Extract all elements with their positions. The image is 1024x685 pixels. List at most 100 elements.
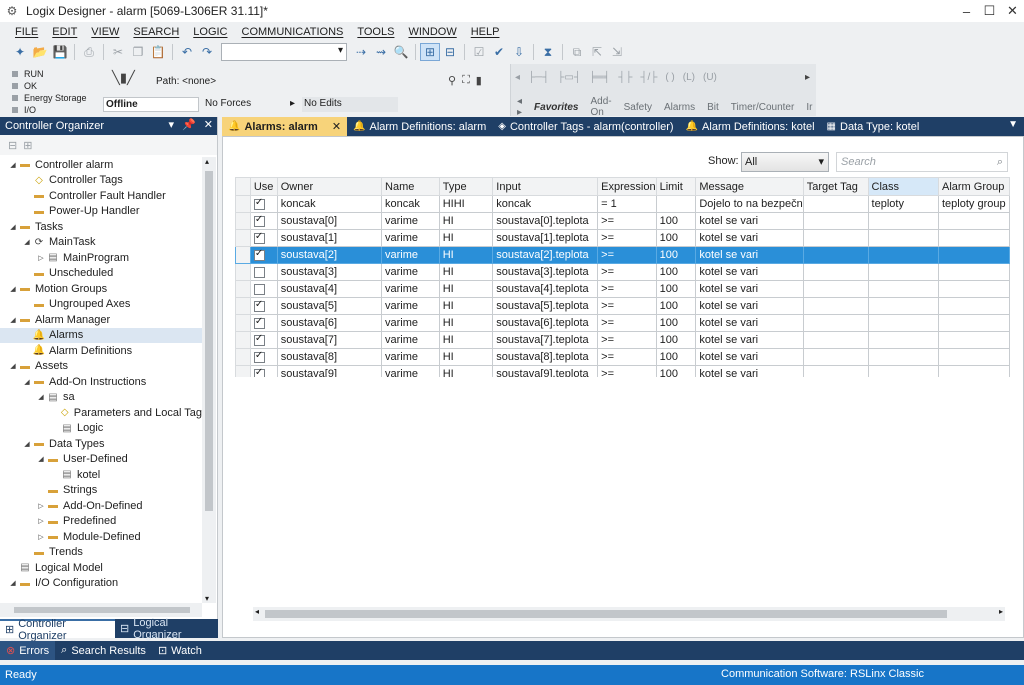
menu-tools[interactable]: TOOLS: [357, 26, 394, 38]
expression-cell[interactable]: >=: [597, 331, 657, 349]
target-cell[interactable]: [802, 229, 869, 247]
table-row[interactable]: soustava[5]varimeHIsoustava[5].teplota>=…: [235, 297, 1010, 315]
class-cell[interactable]: [867, 246, 939, 264]
use-checkbox[interactable]: [253, 248, 265, 261]
expand-toggle-icon[interactable]: ◢: [8, 161, 18, 169]
use-checkbox[interactable]: [253, 316, 265, 329]
table-row[interactable]: soustava[1]varimeHIsoustava[1].teplota>=…: [235, 229, 1010, 247]
class-cell[interactable]: [867, 365, 939, 377]
find-icon[interactable]: 🔍: [391, 43, 411, 61]
tree-item[interactable]: ◢ ▬ Tasks: [0, 219, 202, 235]
menu-file[interactable]: FILE: [15, 26, 38, 38]
expand-toggle-icon[interactable]: ▷: [36, 502, 46, 510]
close-button[interactable]: ✕: [1001, 0, 1024, 22]
expand-toggle-icon[interactable]: ◢: [8, 579, 18, 587]
scroll-left-icon[interactable]: ◂: [255, 607, 259, 616]
tree-item[interactable]: ▬ Controller Fault Handler: [0, 188, 202, 204]
use-cell[interactable]: [249, 331, 278, 349]
menu-view[interactable]: VIEW: [91, 26, 119, 38]
message-cell[interactable]: kotel se vari: [695, 314, 804, 332]
branch-icon[interactable]: ├▭┤: [557, 72, 581, 83]
class-cell[interactable]: [867, 348, 939, 366]
owner-cell[interactable]: soustava[4]: [276, 280, 383, 298]
type-cell[interactable]: HI: [438, 212, 494, 230]
use-cell[interactable]: [249, 246, 278, 264]
expand-toggle-icon[interactable]: ◢: [8, 316, 18, 324]
close-tab-icon[interactable]: ✕: [332, 120, 341, 133]
group-cell[interactable]: [937, 365, 1010, 377]
expression-cell[interactable]: >=: [597, 365, 657, 377]
expand-toggle-icon[interactable]: ◢: [8, 362, 18, 370]
table-row[interactable]: soustava[3] varime HI soustava[3].teplota >=…: [235, 263, 1010, 281]
message-cell[interactable]: Dojelo to na bezpečn: [695, 195, 804, 213]
column-header-target-tag[interactable]: Target Tag: [802, 177, 869, 196]
forces-status[interactable]: No Forces: [203, 97, 299, 112]
table-row[interactable]: soustava[2]varimeHIsoustava[2].teplota>=…: [235, 246, 1010, 264]
use-checkbox[interactable]: [253, 214, 265, 227]
target-cell[interactable]: [802, 331, 869, 349]
expand-toggle-icon[interactable]: ◢: [22, 238, 32, 246]
tree-item[interactable]: ◢ ▬ Controller alarm: [0, 157, 202, 173]
scroll-down-icon[interactable]: ▾: [205, 594, 209, 603]
row-header[interactable]: [235, 314, 251, 332]
name-cell[interactable]: varime: [381, 365, 440, 377]
expand-toggle-icon[interactable]: ▷: [36, 517, 46, 525]
tree-item[interactable]: ◢ ▬ Add-On Instructions: [0, 374, 202, 390]
row-header[interactable]: [235, 348, 251, 366]
input-cell[interactable]: soustava[1].teplota: [492, 229, 599, 247]
use-checkbox[interactable]: [253, 333, 265, 346]
use-cell[interactable]: [249, 314, 278, 332]
input-cell[interactable]: soustava[9].teplota: [492, 365, 599, 377]
table-row[interactable]: soustava[4] varime HI soustava[4].teplota >=…: [235, 280, 1010, 298]
verify-controller-icon[interactable]: ✔: [489, 43, 509, 61]
message-cell[interactable]: kotel se vari: [695, 348, 804, 366]
ladder-tab-favorites[interactable]: Favorites: [534, 102, 578, 113]
expression-cell[interactable]: >=: [597, 348, 657, 366]
controller-icon[interactable]: ▮: [476, 74, 482, 87]
limit-cell[interactable]: 100: [655, 348, 697, 366]
row-header[interactable]: [235, 195, 251, 213]
document-tab[interactable]: 🔔 Alarms: alarm ✕: [222, 117, 348, 136]
expression-cell[interactable]: >=: [597, 229, 657, 247]
tree-item[interactable]: ▬ Trends: [0, 545, 202, 561]
expand-toggle-icon[interactable]: ◢: [8, 285, 18, 293]
use-cell[interactable]: [249, 348, 278, 366]
tree-item[interactable]: ◇ Parameters and Local Tag: [0, 405, 202, 421]
class-cell[interactable]: [867, 297, 939, 315]
column-header-type[interactable]: Type: [438, 177, 494, 196]
xic-icon[interactable]: ┤├: [618, 72, 632, 83]
expression-cell[interactable]: >=: [597, 297, 657, 315]
scroll-right-icon[interactable]: ▸: [999, 607, 1003, 616]
expand-toggle-icon[interactable]: ◢: [36, 455, 46, 463]
column-header-class[interactable]: Class: [867, 177, 939, 196]
limit-cell[interactable]: 100: [655, 297, 697, 315]
limit-cell[interactable]: [655, 195, 697, 213]
target-cell[interactable]: [802, 280, 869, 298]
tree-item[interactable]: ▤ Logic: [0, 421, 202, 437]
row-header[interactable]: [235, 280, 251, 298]
tree-item[interactable]: ▬ Power-Up Handler: [0, 204, 202, 220]
scroll-right-icon[interactable]: ▸: [805, 72, 810, 83]
class-cell[interactable]: teploty: [867, 195, 939, 213]
tree-item[interactable]: ▬ Ungrouped Axes: [0, 297, 202, 313]
input-cell[interactable]: soustava[0].teplota: [492, 212, 599, 230]
class-cell[interactable]: [867, 314, 939, 332]
target-cell[interactable]: [802, 297, 869, 315]
input-cell[interactable]: koncak: [492, 195, 599, 213]
use-checkbox[interactable]: [253, 299, 265, 312]
limit-cell[interactable]: 100: [655, 246, 697, 264]
controller-state-dropdown[interactable]: Offline: [103, 97, 199, 112]
expand-toggle-icon[interactable]: ◢: [22, 378, 32, 386]
expression-cell[interactable]: >=: [597, 263, 657, 281]
limit-cell[interactable]: 100: [655, 280, 697, 298]
type-cell[interactable]: HI: [438, 314, 494, 332]
column-header-owner[interactable]: Owner: [276, 177, 383, 196]
name-cell[interactable]: varime: [381, 280, 440, 298]
name-cell[interactable]: varime: [381, 331, 440, 349]
grid-horizontal-scrollbar[interactable]: ◂ ▸: [253, 607, 1005, 621]
ote-icon[interactable]: ( ): [665, 72, 674, 83]
group-cell[interactable]: [937, 263, 1010, 281]
new-project-icon[interactable]: ✦: [10, 43, 30, 61]
limit-cell[interactable]: 100: [655, 263, 697, 281]
name-cell[interactable]: varime: [381, 246, 440, 264]
